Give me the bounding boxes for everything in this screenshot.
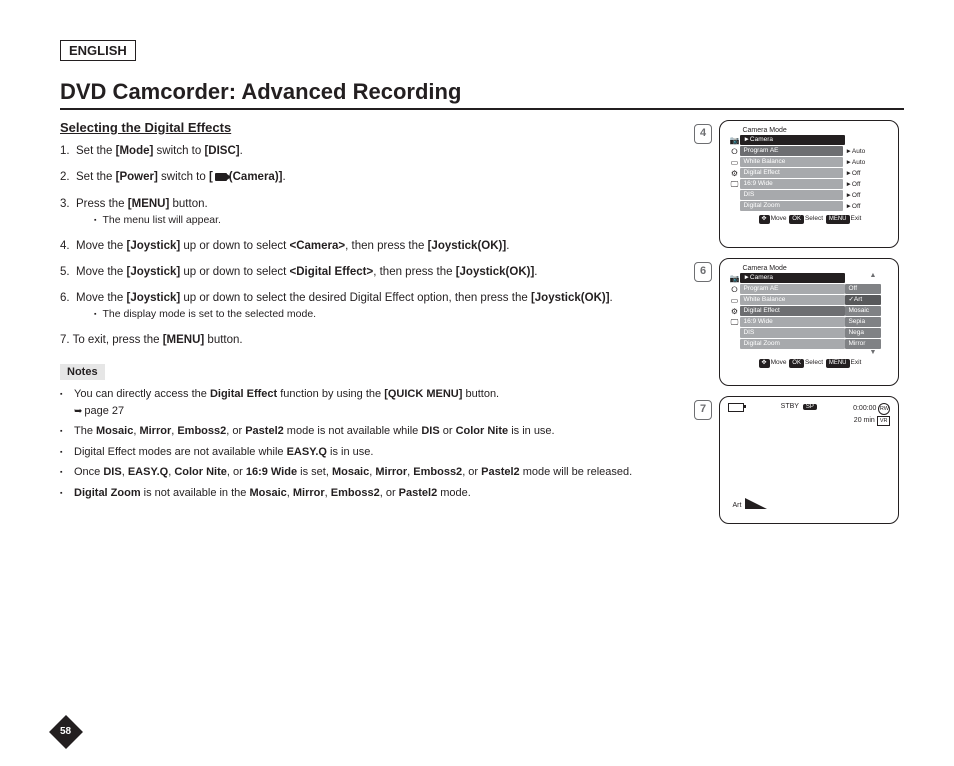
illustrations-column: 4 Camera Mode 📷►Camera ⭘Program AE►Auto … <box>694 120 904 534</box>
camera-screen-7: STBY SP 0:00:00RW 20 minVR Art <box>719 396 899 524</box>
cam-icon: 📷 <box>728 135 740 146</box>
screen6-footer: ✥Move OKSelect MENUExit <box>728 359 890 368</box>
screen4-footer: ✥Move OKSelect MENUExit <box>728 215 890 224</box>
steps-list: 1.Set the [Mode] switch to [DISC]. 2.Set… <box>60 143 684 349</box>
camera-screen-4: Camera Mode 📷►Camera ⭘Program AE►Auto ▭W… <box>719 120 899 248</box>
notes-header: Notes <box>60 364 105 380</box>
art-effect-indicator: Art <box>732 498 767 509</box>
step-4: 4.Move the [Joystick] up or down to sele… <box>60 238 684 255</box>
gear-icon: ⚙ <box>728 168 740 179</box>
step-3: 3.Press the [MENU] button.The menu list … <box>60 196 684 229</box>
notes-list: You can directly access the Digital Effe… <box>60 386 684 501</box>
battery-icon <box>728 403 744 412</box>
disc-icon: ⭘ <box>728 146 740 157</box>
step-2: 2.Set the [Power] switch to [(Camera)]. <box>60 169 684 186</box>
note-3: Digital Effect modes are not available w… <box>60 444 684 461</box>
mem-icon: ▭ <box>728 157 740 168</box>
language-label: ENGLISH <box>60 40 136 61</box>
section-subtitle: Selecting the Digital Effects <box>60 120 684 135</box>
note-1: You can directly access the Digital Effe… <box>60 386 684 419</box>
step-1: 1.Set the [Mode] switch to [DISC]. <box>60 143 684 160</box>
step-5: 5.Move the [Joystick] up or down to sele… <box>60 264 684 281</box>
step-7: 7. To exit, press the [MENU] button. <box>60 332 684 349</box>
step-6: 6.Move the [Joystick] up or down to sele… <box>60 290 684 323</box>
page-number-badge: 58 <box>48 720 86 744</box>
camera-icon <box>215 173 227 181</box>
step-badge-7: 7 <box>694 400 712 420</box>
note-4: Once DIS, EASY.Q, Color Nite, or 16:9 Wi… <box>60 464 684 481</box>
step-badge-4: 4 <box>694 124 712 144</box>
step-badge-6: 6 <box>694 262 712 282</box>
page-title: DVD Camcorder: Advanced Recording <box>60 79 904 110</box>
camera-screen-6: Camera Mode 📷►Camera▲ ⭘Program AEOff ▭Wh… <box>719 258 899 386</box>
note-2: The Mosaic, Mirror, Emboss2, or Pastel2 … <box>60 423 684 440</box>
note-5: Digital Zoom is not available in the Mos… <box>60 485 684 502</box>
screen-icon: 🖵 <box>728 179 740 190</box>
